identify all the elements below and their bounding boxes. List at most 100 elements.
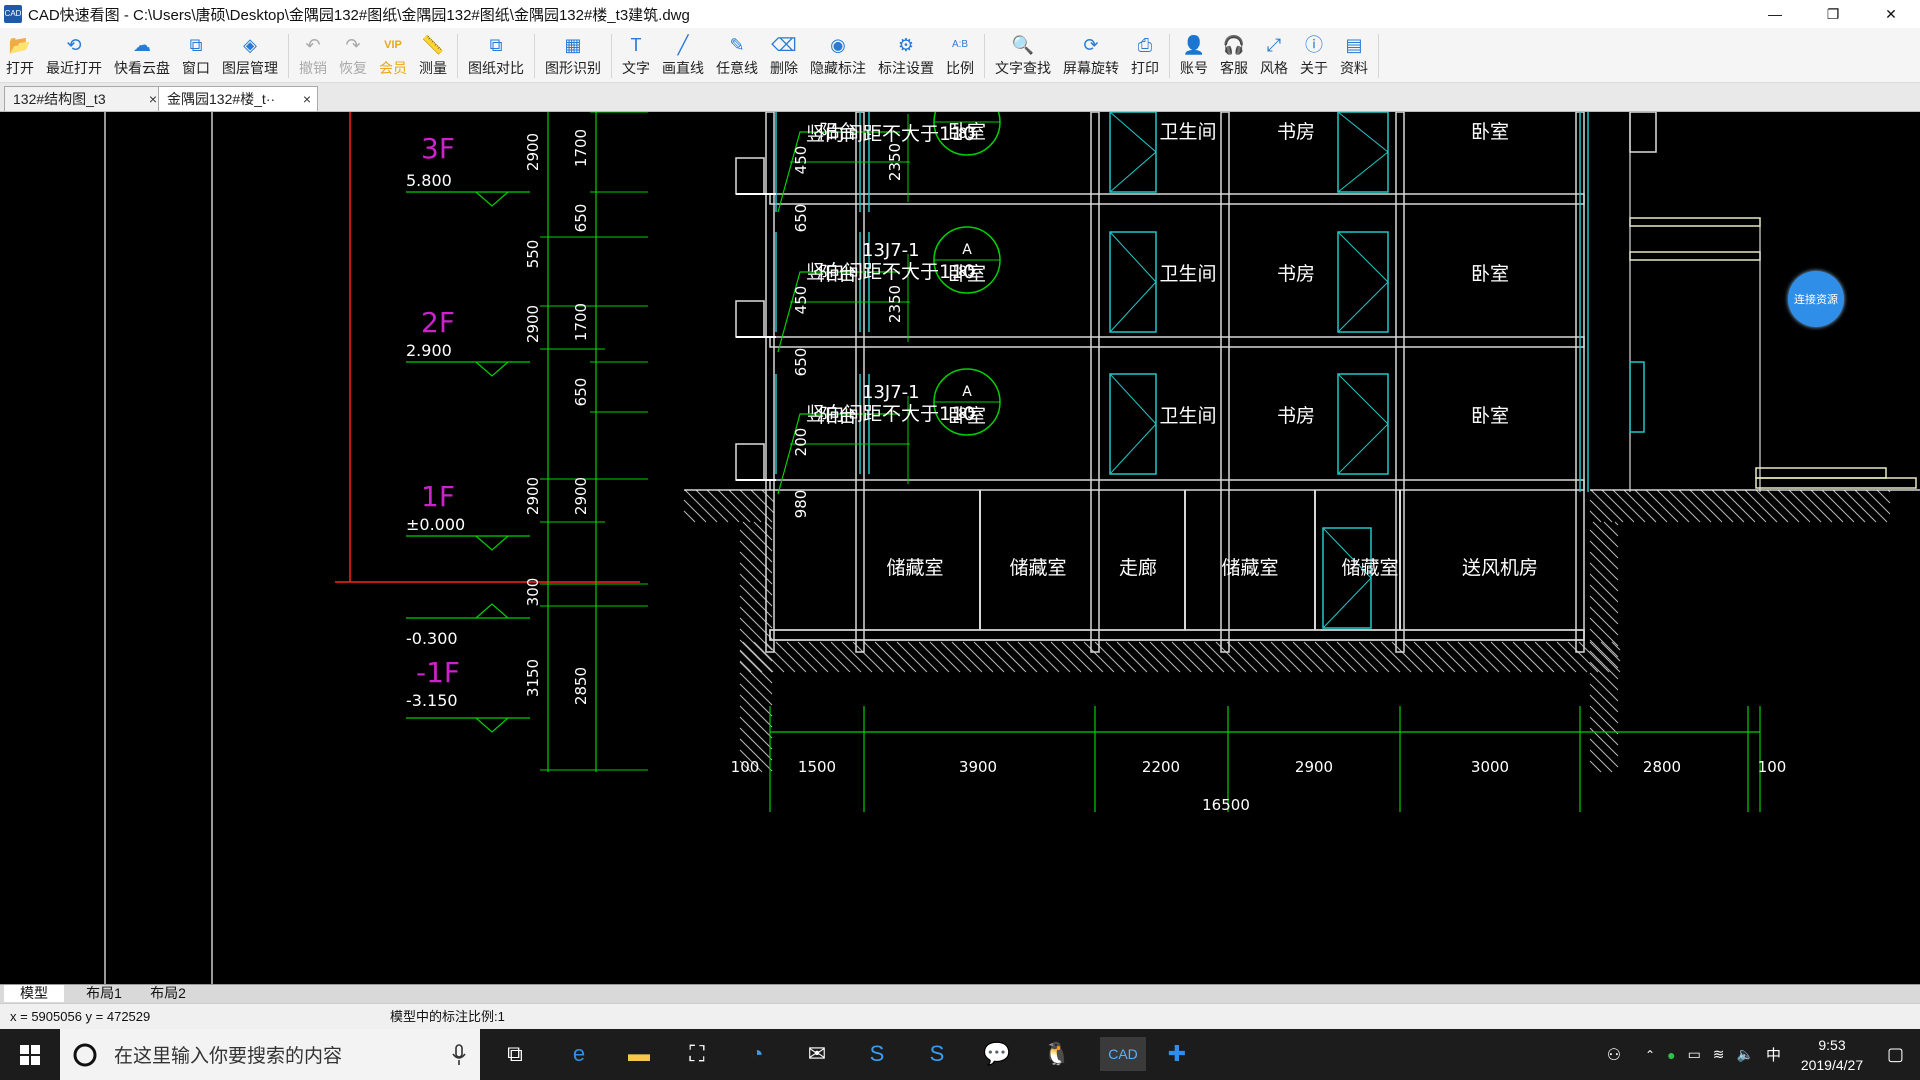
toolbar-button-find-text[interactable]: 🔍 文字查找 xyxy=(989,30,1057,82)
layers-icon: ◈ xyxy=(243,35,257,55)
toolbar-button-label: 图纸对比 xyxy=(468,60,524,76)
battery-icon[interactable]: ▭ xyxy=(1688,1046,1701,1063)
folder-icon: 📂 xyxy=(8,35,32,55)
toolbar-button-docs[interactable]: ▤ 资料 xyxy=(1334,30,1374,82)
toolbar-button-cloud[interactable]: ☁ 快看云盘 xyxy=(108,30,176,82)
door-swing xyxy=(1109,373,1157,425)
ime-indicator[interactable]: 中 xyxy=(1766,1044,1781,1065)
reference-top: A xyxy=(962,242,972,258)
tray-chevron-icon[interactable]: ⌃ xyxy=(1645,1048,1655,1062)
rotate-icon: ⟳ xyxy=(1083,35,1099,55)
toolbar-button-label: 图层管理 xyxy=(222,60,278,76)
toolbar-button-settings[interactable]: ⚙ 标注设置 xyxy=(872,30,940,82)
cad-taskbar-icon[interactable]: CAD xyxy=(1100,1037,1146,1071)
tab-close-icon[interactable]: × xyxy=(149,87,157,111)
tab-layout2[interactable]: 布局2 xyxy=(138,985,198,1002)
drawing-canvas[interactable]: 3F 5.800 2F 2.900 1F ±0.000 -1F -3.150 -0.300 290… xyxy=(0,112,1920,984)
store-icon[interactable]: ⛶ xyxy=(680,1037,714,1071)
edge-browser-icon[interactable]: e xyxy=(562,1037,596,1071)
door-swing xyxy=(1322,577,1372,629)
toolbar-button-headset[interactable]: 🎧 客服 xyxy=(1214,30,1254,82)
microphone-icon[interactable] xyxy=(452,1043,466,1066)
taskbar-search-box[interactable]: 在这里输入你要搜索的内容 xyxy=(60,1029,480,1080)
connect-resource-button[interactable]: 连接资源 xyxy=(1788,271,1844,327)
toolbar-button-rotate[interactable]: ⟳ 屏幕旋转 xyxy=(1057,30,1125,82)
door-swing xyxy=(1337,112,1389,153)
toolbar-button-info[interactable]: ⓘ 关于 xyxy=(1294,30,1334,82)
toolbar-button-vip[interactable]: VIP 会员 xyxy=(373,30,413,82)
qq-icon[interactable]: 🐧 xyxy=(1040,1037,1074,1071)
toolbar-button-label: 文字 xyxy=(622,60,650,76)
people-icon[interactable]: ⚇ xyxy=(1607,1045,1621,1065)
ground-hatch xyxy=(1589,540,1619,570)
cad-drawing[interactable]: 3F 5.800 2F 2.900 1F ±0.000 -1F -3.150 -0.300 290… xyxy=(0,112,1920,984)
toolbar-button-folder[interactable]: 📂 打开 xyxy=(0,30,40,82)
minimize-button[interactable]: — xyxy=(1746,0,1804,28)
tray-wechat-icon[interactable]: ● xyxy=(1667,1047,1675,1063)
ground-hatch xyxy=(1589,738,1619,768)
door-swing xyxy=(1109,231,1157,283)
sogou-icon[interactable]: S xyxy=(920,1037,954,1071)
toolbar-button-printer[interactable]: ⎙ 打印 xyxy=(1125,30,1165,82)
clock-app-icon[interactable]: ◔ xyxy=(740,1037,774,1071)
eye-icon: ◉ xyxy=(830,35,846,55)
vip-icon: VIP xyxy=(384,39,402,51)
toolbar-button-pen[interactable]: ✎ 任意线 xyxy=(710,30,764,82)
toolbar-button-window[interactable]: ⧉ 窗口 xyxy=(176,30,216,82)
door-swing xyxy=(1337,231,1389,283)
toolbar-button-compare[interactable]: ⧉ 图纸对比 xyxy=(462,30,530,82)
ground-hatch xyxy=(1603,521,1619,537)
dimension-text: 100 xyxy=(1758,758,1787,776)
ground-hatch xyxy=(1589,683,1619,713)
room-label: 走廊 xyxy=(1119,557,1157,579)
start-button[interactable] xyxy=(0,1029,60,1080)
toolbar-button-scale[interactable]: A:B 比例 xyxy=(940,30,980,82)
toolbar-button-user[interactable]: 👤 账号 xyxy=(1174,30,1214,82)
style-icon: ⤢ xyxy=(1266,35,1282,55)
mail-icon[interactable]: ✉ xyxy=(800,1037,834,1071)
restore-button[interactable]: ❐ xyxy=(1804,0,1862,28)
volume-icon[interactable]: 🔈 xyxy=(1737,1046,1754,1063)
tab-layout1[interactable]: 布局1 xyxy=(74,985,134,1002)
door-opening xyxy=(1109,231,1157,333)
file-explorer-icon[interactable]: ▬ xyxy=(622,1037,656,1071)
room-label: 储藏室 xyxy=(1341,557,1398,579)
title-bar: CAD CAD快速看图 - C:\Users\唐硕\Desktop\金隅园132… xyxy=(0,0,1920,29)
toolbar-button-ruler[interactable]: 📏 测量 xyxy=(413,30,453,82)
tab-structure-drawing[interactable]: 132#结构图_t3 × xyxy=(4,86,164,111)
toolbar-button-clock[interactable]: ⟲ 最近打开 xyxy=(40,30,108,82)
foundation-slab xyxy=(769,629,1585,641)
balcony-railing xyxy=(735,443,765,481)
tab-model[interactable]: 模型 xyxy=(4,985,64,1002)
toolbar-button-text[interactable]: T 文字 xyxy=(616,30,656,82)
elevation-value: -3.150 xyxy=(406,691,458,710)
app-s-icon[interactable]: S xyxy=(860,1037,894,1071)
ground-hatch xyxy=(1611,641,1621,651)
toolbar-button-redo[interactable]: ↷ 恢复 xyxy=(333,30,373,82)
close-button[interactable]: ✕ xyxy=(1862,0,1920,28)
toolbar-button-recognize[interactable]: ▦ 图形识别 xyxy=(539,30,607,82)
notification-icon[interactable]: ▢ xyxy=(1887,1044,1904,1065)
toolbar-button-eraser[interactable]: ⌫ 删除 xyxy=(764,30,804,82)
toolbar-button-line[interactable]: ╱ 画直线 xyxy=(656,30,710,82)
elevation-value: 2.900 xyxy=(406,341,452,360)
toolbar-button-layers[interactable]: ◈ 图层管理 xyxy=(216,30,284,82)
toolbar-button-eye[interactable]: ◉ 隐藏标注 xyxy=(804,30,872,82)
find-text-icon: 🔍 xyxy=(1011,35,1035,55)
taskbar-clock[interactable]: 9:53 2019/4/27 xyxy=(1787,1035,1877,1075)
task-view-icon[interactable]: ⧉ xyxy=(498,1037,532,1071)
windows-logo-icon xyxy=(20,1044,40,1065)
wifi-icon[interactable]: ≋ xyxy=(1713,1046,1725,1063)
toolbar-button-style[interactable]: ⤢ 风格 xyxy=(1254,30,1294,82)
ground-hatch xyxy=(683,499,707,523)
clock-icon: ⟲ xyxy=(66,35,82,55)
toolbar-button-undo[interactable]: ↶ 撤销 xyxy=(293,30,333,82)
dimension-text: 450 xyxy=(792,286,810,315)
wechat-icon[interactable]: 💬 xyxy=(980,1037,1014,1071)
tab-architecture-drawing[interactable]: 金隅园132#楼_t·· × xyxy=(158,86,318,111)
floor-slab xyxy=(769,193,1585,205)
tab-close-icon[interactable]: × xyxy=(303,87,311,111)
dimension-text: 100 xyxy=(731,758,760,776)
teamviewer-icon[interactable]: ✚ xyxy=(1160,1037,1194,1071)
ground-hatch xyxy=(1589,694,1619,724)
